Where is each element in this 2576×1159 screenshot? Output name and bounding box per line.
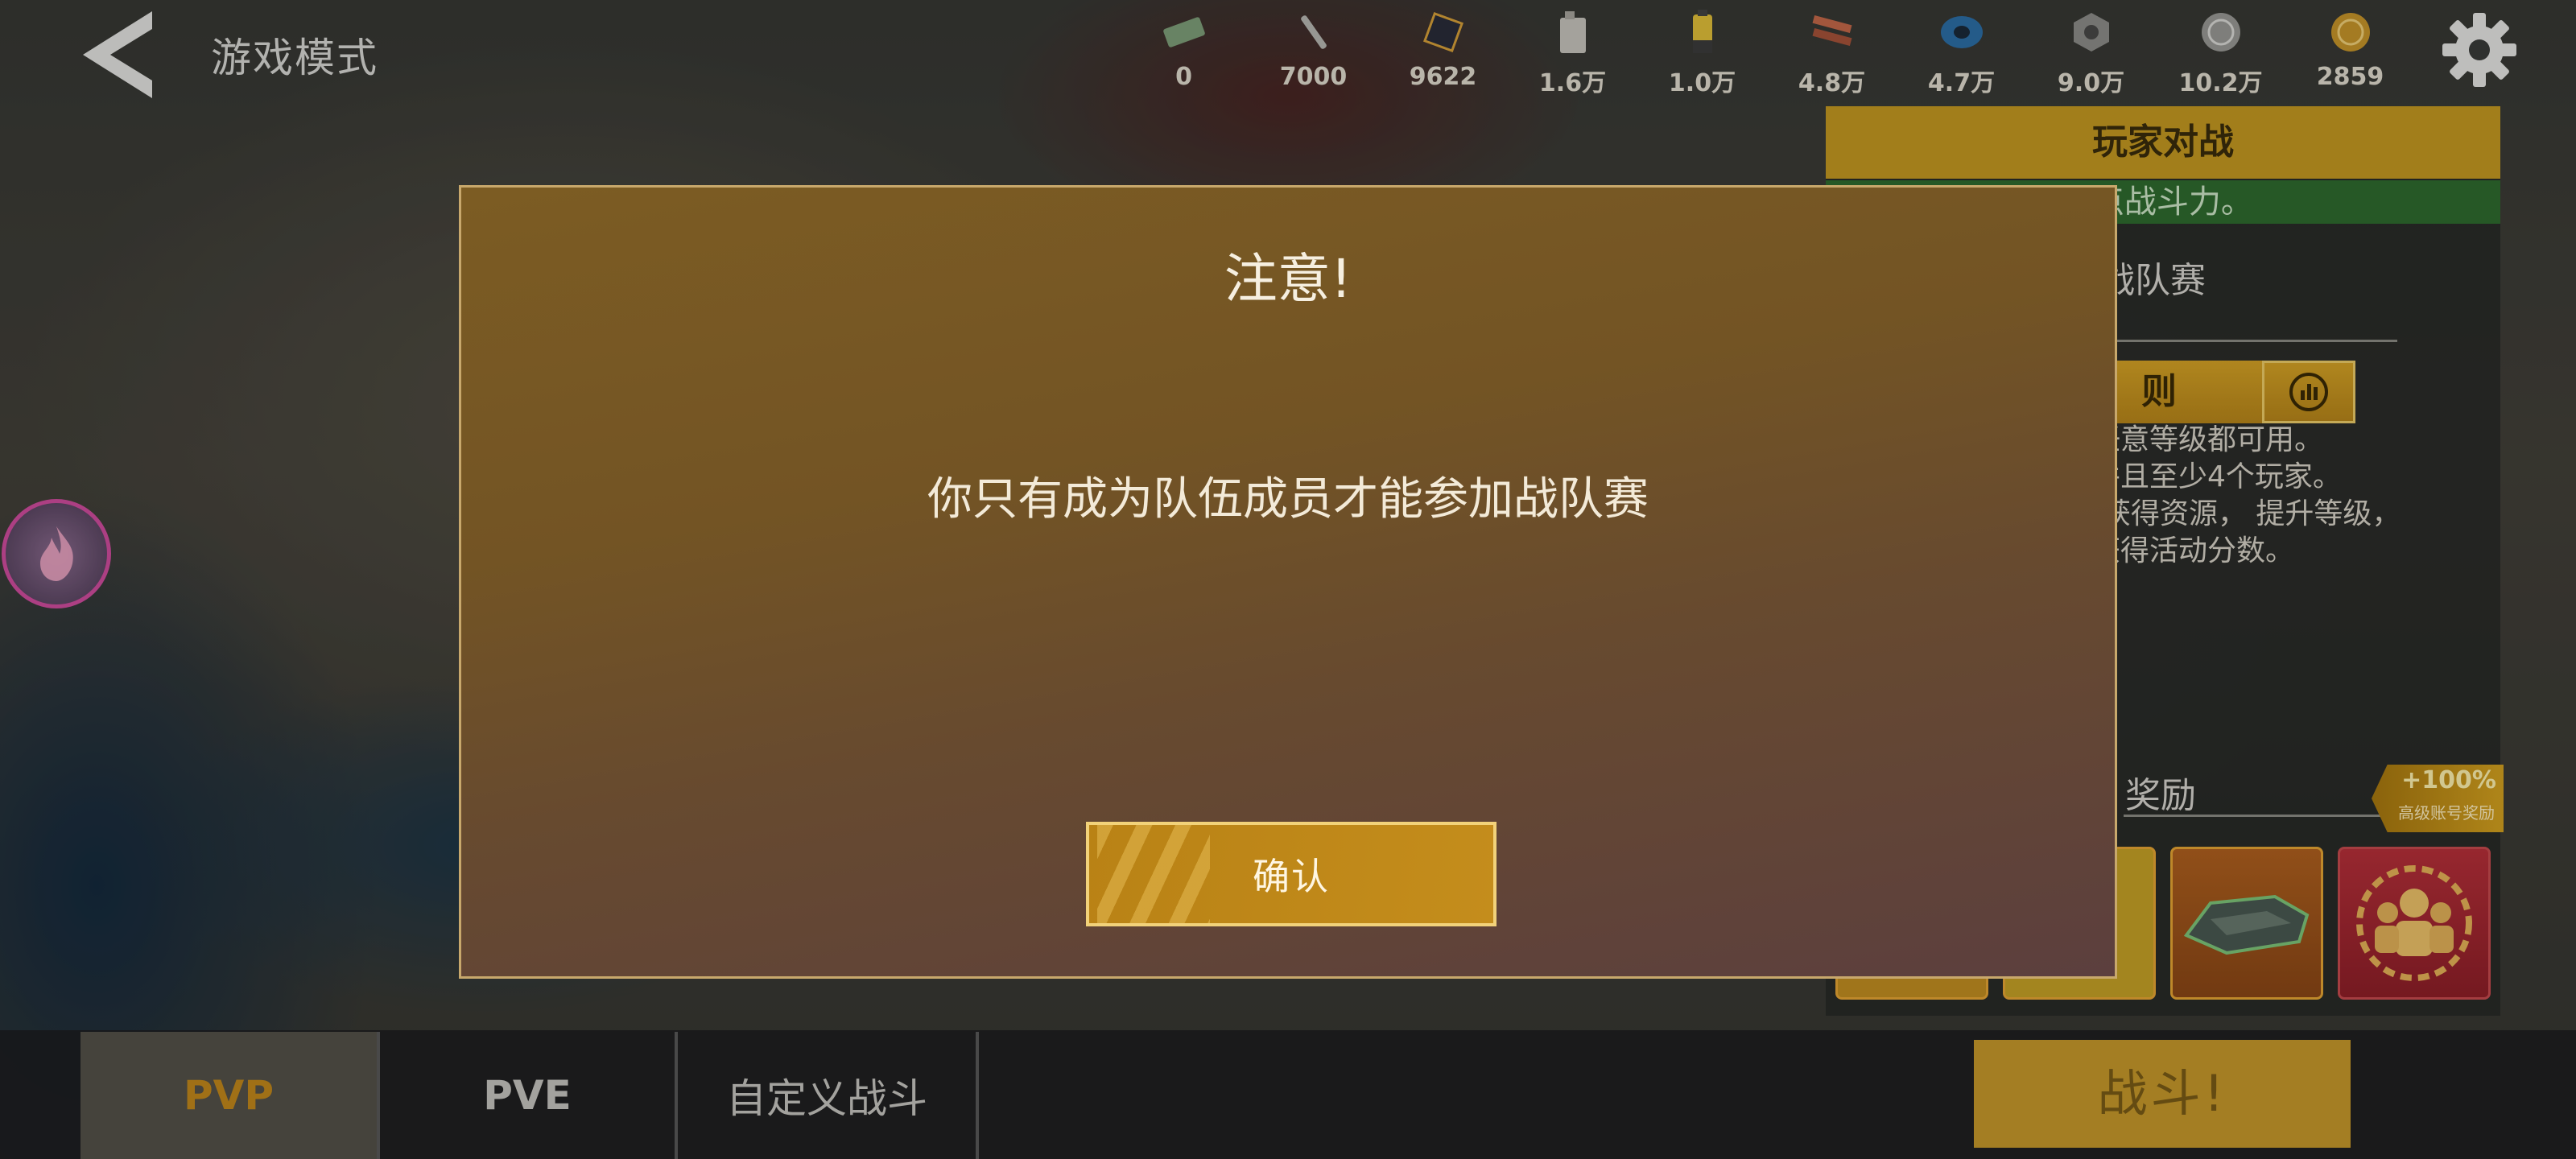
- confirm-label: 确认: [1253, 855, 1330, 898]
- dialog-title: 注意!: [1224, 248, 1352, 310]
- notice-dialog: 注意! 你只有成为队伍成员才能参加战队赛 确认: [459, 185, 2117, 979]
- button-stripes: [1097, 825, 1210, 923]
- dialog-message: 你只有成为队伍成员才能参加战队赛: [927, 473, 1649, 526]
- confirm-button[interactable]: 确认: [1086, 822, 1496, 926]
